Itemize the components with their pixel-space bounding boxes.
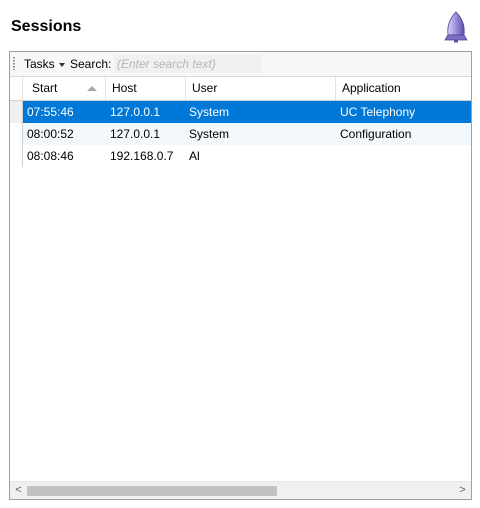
- rocket-logo-icon: [444, 11, 468, 43]
- cell-user: Al: [189, 149, 200, 163]
- table-row[interactable]: 08:00:52 127.0.0.1 System Configuration: [10, 123, 471, 145]
- sort-ascending-icon: [87, 86, 97, 91]
- cell-application: [337, 145, 340, 167]
- cell-start: 07:55:46: [27, 105, 74, 119]
- column-header-label: Application: [342, 81, 401, 95]
- cell-host: 127.0.0.1: [110, 105, 161, 119]
- toolbar: Tasks Search:: [10, 52, 471, 77]
- cell-start: 08:00:52: [27, 127, 74, 141]
- tasks-menu-button[interactable]: Tasks: [21, 56, 68, 72]
- cell-application: Configuration: [340, 127, 412, 141]
- column-header-application[interactable]: Application: [336, 77, 471, 100]
- horizontal-scrollbar[interactable]: < >: [10, 481, 471, 499]
- search-label: Search:: [70, 57, 112, 71]
- cell-host: 127.0.0.1: [110, 127, 161, 141]
- column-header-host[interactable]: Host: [106, 77, 186, 100]
- page-title: Sessions: [11, 18, 82, 35]
- cell-user: System: [189, 127, 230, 141]
- column-header-user[interactable]: User: [186, 77, 336, 100]
- column-header-label: Start: [32, 81, 58, 95]
- scrollbar-thumb[interactable]: [27, 486, 277, 496]
- cell-application: UC Telephony: [340, 105, 416, 119]
- row-header-corner: [10, 77, 23, 100]
- table-row[interactable]: 08:08:46 192.168.0.7 Al: [10, 145, 471, 167]
- cell-user: System: [189, 105, 230, 119]
- row-header[interactable]: [10, 123, 23, 145]
- row-header[interactable]: [10, 101, 23, 123]
- cell-host: 192.168.0.7: [110, 149, 174, 163]
- scroll-right-button[interactable]: >: [454, 482, 471, 499]
- column-header-label: Host: [112, 81, 137, 95]
- scroll-left-button[interactable]: <: [10, 482, 27, 499]
- column-header-start[interactable]: Start: [23, 77, 106, 100]
- cell-start: 08:08:46: [27, 149, 74, 163]
- sessions-grid: Start Host User Application 07:55:46 127…: [10, 77, 471, 167]
- grid-header: Start Host User Application: [10, 77, 471, 101]
- chevron-down-icon: [58, 62, 65, 67]
- search-input[interactable]: [114, 55, 262, 73]
- tasks-label: Tasks: [24, 57, 55, 71]
- row-header[interactable]: [10, 145, 23, 167]
- toolbar-grip-icon[interactable]: [13, 57, 15, 70]
- table-row[interactable]: 07:55:46 127.0.0.1 System UC Telephony: [10, 101, 471, 123]
- column-header-label: User: [192, 81, 218, 95]
- sessions-panel: Tasks Search: Start Host User Applicatio…: [9, 51, 472, 500]
